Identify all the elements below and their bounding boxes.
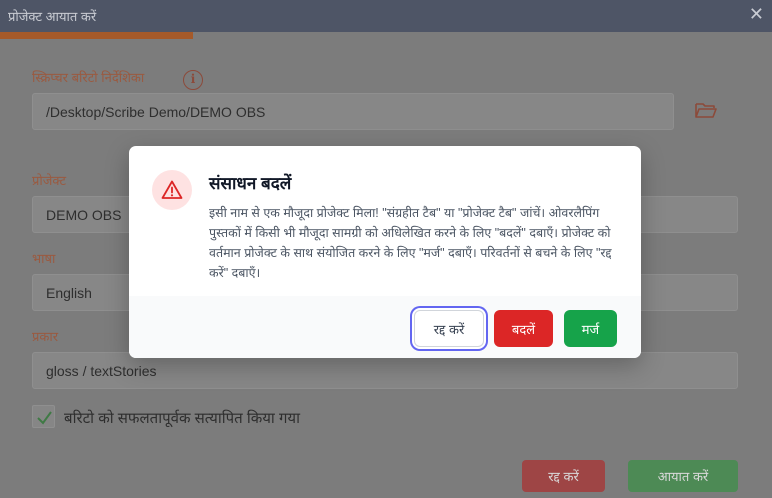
type-value: gloss / textStories (46, 362, 157, 379)
dialog-body: संसाधन बदलें इसी नाम से एक मौजूदा प्रोजे… (129, 146, 641, 296)
dialog-message: इसी नाम से एक मौजूदा प्रोजेक्ट मिला! "सं… (209, 206, 612, 280)
import-button[interactable]: आयात करें (628, 460, 738, 492)
check-icon (37, 411, 52, 425)
progress-bar (0, 32, 772, 39)
validated-label: बरिटो को सफलतापूर्वक सत्यापित किया गया (64, 410, 301, 427)
warning-icon (161, 180, 183, 199)
language-label: भाषा (32, 251, 56, 266)
directory-value: /Desktop/Scribe Demo/DEMO OBS (46, 103, 266, 120)
dialog-cancel-button[interactable]: रद्द करें (414, 310, 484, 347)
merge-button[interactable]: मर्ज (564, 310, 617, 347)
replace-resource-dialog: संसाधन बदलें इसी नाम से एक मौजूदा प्रोजे… (129, 146, 641, 358)
warning-badge (152, 170, 192, 210)
validated-checkbox[interactable] (32, 405, 55, 428)
language-value: English (46, 284, 92, 301)
window-title: प्रोजेक्ट आयात करें (8, 9, 97, 24)
project-label: प्रोजेक्ट (32, 173, 67, 188)
dialog-title: संसाधन बदलें (209, 174, 292, 193)
type-label: प्रकार (32, 329, 59, 344)
project-value: DEMO OBS (46, 206, 122, 223)
title-bar: प्रोजेक्ट आयात करें ✕ (0, 0, 772, 32)
info-icon[interactable]: i (183, 70, 203, 90)
directory-input[interactable]: /Desktop/Scribe Demo/DEMO OBS (32, 93, 674, 130)
close-icon[interactable]: ✕ (749, 4, 764, 24)
replace-button[interactable]: बदलें (494, 310, 553, 347)
folder-icon[interactable] (694, 100, 718, 120)
progress-fill (0, 32, 193, 39)
form-cancel-button[interactable]: रद्द करें (522, 460, 605, 492)
directory-label: स्क्रिप्चर बरिटो निर्देशिका (32, 70, 145, 85)
